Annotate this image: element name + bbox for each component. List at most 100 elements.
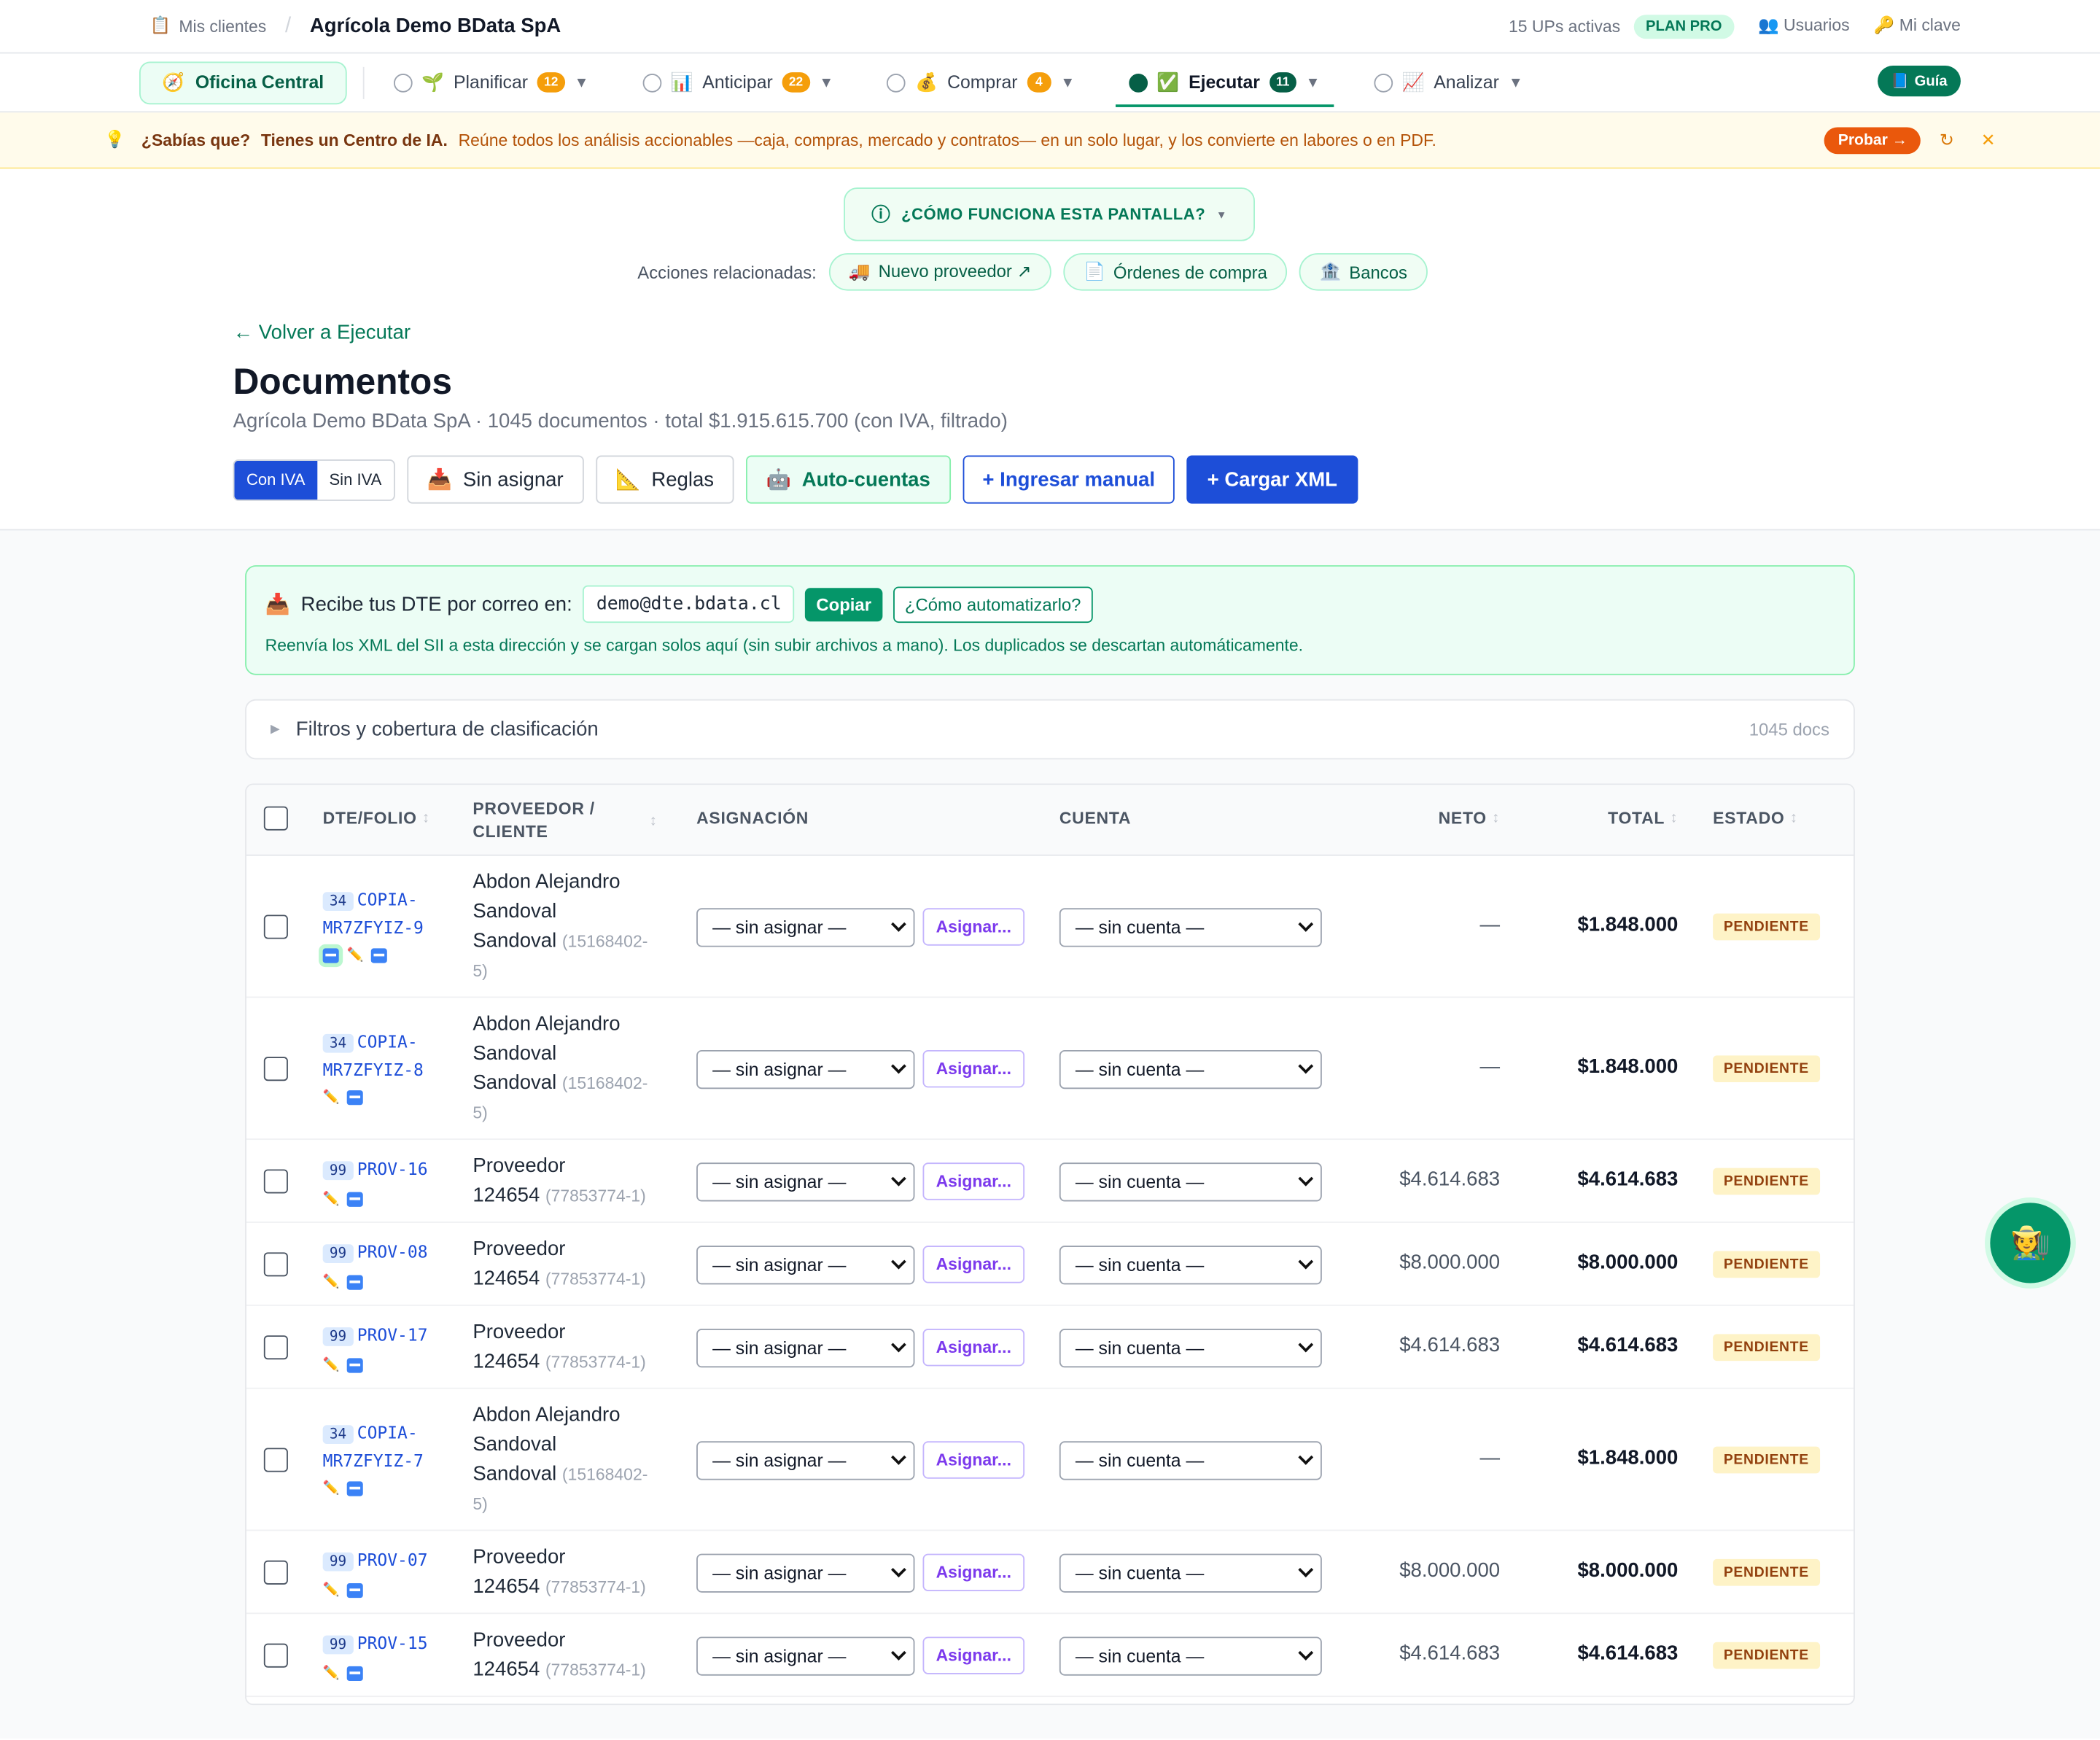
- automate-help-button[interactable]: ¿Cómo automatizarlo?: [892, 586, 1093, 623]
- message-icon[interactable]: [347, 1582, 364, 1599]
- col-folio[interactable]: DTE/FOLIO ↕: [323, 809, 430, 828]
- auto-accounts-button[interactable]: 🤖 Auto-cuentas: [746, 455, 951, 504]
- password-link[interactable]: 🔑 Mi clave: [1874, 16, 1961, 36]
- assignment-select[interactable]: — sin asignar —: [696, 1049, 915, 1090]
- pencil-icon[interactable]: ✏️: [323, 1270, 340, 1295]
- folio-cell[interactable]: 99 PROV-15 ✏️: [322, 1630, 443, 1687]
- folio-number-cont[interactable]: MR7ZFYIZ-7: [323, 1448, 443, 1473]
- breadcrumb-clients[interactable]: 📋 Mis clientes: [150, 16, 267, 36]
- assignment-select[interactable]: — sin asignar —: [696, 1553, 915, 1593]
- pencil-icon[interactable]: ✏️: [323, 1661, 340, 1687]
- folio-cell[interactable]: 99 PROV-16 ✏️: [322, 1156, 443, 1212]
- folio-number[interactable]: PROV-08: [357, 1242, 428, 1262]
- email-address[interactable]: demo@dte.bdata.cl: [583, 585, 795, 624]
- message-icon[interactable]: [347, 1481, 364, 1496]
- assign-button[interactable]: Asignar...: [922, 908, 1025, 946]
- col-neto[interactable]: NETO ↕: [1439, 809, 1501, 828]
- assign-button[interactable]: Asignar...: [922, 1636, 1025, 1674]
- pencil-icon[interactable]: ✏️: [323, 1353, 340, 1378]
- folio-cell[interactable]: 34 COPIA- MR7ZFYIZ-8 ✏️: [322, 1029, 443, 1111]
- refresh-icon[interactable]: ↻: [1940, 129, 1954, 150]
- upload-xml-button[interactable]: + Cargar XML: [1187, 455, 1358, 504]
- assign-button[interactable]: Asignar...: [922, 1553, 1025, 1591]
- banks-chip[interactable]: 🏦 Bancos: [1299, 253, 1428, 291]
- account-select[interactable]: — sin cuenta —: [1059, 1049, 1322, 1090]
- assign-button[interactable]: Asignar...: [922, 1049, 1025, 1088]
- row-checkbox[interactable]: [263, 1335, 288, 1360]
- caret-down-icon[interactable]: ▼: [1305, 74, 1320, 90]
- caret-down-icon[interactable]: ▼: [1509, 74, 1523, 90]
- pencil-icon[interactable]: ✏️: [323, 1085, 340, 1111]
- users-link[interactable]: 👥 Usuarios: [1758, 16, 1850, 36]
- account-select[interactable]: — sin cuenta —: [1059, 1246, 1322, 1285]
- col-total[interactable]: TOTAL ↕: [1608, 809, 1678, 828]
- guide-button[interactable]: 📘 Guía: [1877, 65, 1961, 97]
- row-checkbox[interactable]: [263, 1057, 288, 1081]
- sin-iva-option[interactable]: Sin IVA: [317, 460, 394, 499]
- new-supplier-chip[interactable]: 🚚 Nuevo proveedor ↗: [828, 253, 1052, 291]
- how-it-works-button[interactable]: ⓘ ¿CÓMO FUNCIONA ESTA PANTALLA? ▼: [844, 187, 1255, 241]
- folio-cell[interactable]: 99 PROV-17 ✏️: [322, 1322, 443, 1378]
- account-select[interactable]: — sin cuenta —: [1059, 1162, 1322, 1202]
- folio-number[interactable]: COPIA-: [357, 1423, 418, 1443]
- assign-button[interactable]: Asignar...: [922, 1162, 1025, 1200]
- message-icon[interactable]: [347, 1275, 364, 1290]
- col-provider[interactable]: PROVEEDOR / CLIENTE ↕: [472, 799, 660, 844]
- col-estado[interactable]: ESTADO ↕: [1713, 809, 1798, 828]
- pencil-icon[interactable]: ✏️: [323, 1186, 340, 1212]
- folio-cell[interactable]: 34 COPIA- MR7ZFYIZ-7 ✏️: [322, 1420, 443, 1502]
- message-icon[interactable]: [347, 1666, 364, 1682]
- row-checkbox[interactable]: [263, 1643, 288, 1668]
- message-icon[interactable]: [322, 948, 339, 963]
- rules-button[interactable]: 📐 Reglas: [595, 455, 734, 504]
- folio-number[interactable]: COPIA-: [357, 890, 418, 910]
- pencil-icon[interactable]: ✏️: [323, 1578, 340, 1604]
- assignment-select[interactable]: — sin asignar —: [696, 1636, 915, 1676]
- purchase-orders-chip[interactable]: 📄 Órdenes de compra: [1063, 253, 1288, 291]
- pencil-icon[interactable]: ✏️: [323, 1476, 340, 1502]
- folio-number[interactable]: PROV-16: [357, 1159, 428, 1179]
- row-checkbox[interactable]: [263, 1169, 288, 1194]
- row-checkbox[interactable]: [263, 914, 288, 939]
- account-select[interactable]: — sin cuenta —: [1059, 1329, 1322, 1368]
- caret-down-icon[interactable]: ▼: [1060, 74, 1075, 90]
- tab-comprar[interactable]: ③ 💰 Comprar 4 ▼: [874, 53, 1088, 112]
- copy-button[interactable]: Copiar: [805, 587, 882, 621]
- caret-down-icon[interactable]: ▼: [819, 74, 833, 90]
- back-link[interactable]: ← Volver a Ejecutar: [233, 322, 411, 344]
- account-select[interactable]: — sin cuenta —: [1059, 908, 1322, 947]
- office-button[interactable]: 🧭 Oficina Central: [139, 61, 347, 104]
- folio-cell[interactable]: 34 COPIA- MR7ZFYIZ-9 ✏️: [322, 887, 443, 968]
- folio-number[interactable]: COPIA-: [357, 1031, 418, 1052]
- account-select[interactable]: — sin cuenta —: [1059, 1553, 1322, 1593]
- close-icon[interactable]: ✕: [1981, 129, 1996, 150]
- folio-number-cont[interactable]: MR7ZFYIZ-8: [323, 1057, 443, 1082]
- assign-button[interactable]: Asignar...: [922, 1441, 1025, 1479]
- manual-entry-button[interactable]: + Ingresar manual: [962, 455, 1175, 504]
- filters-toggle[interactable]: ▶ Filtros y cobertura de clasificación 1…: [245, 699, 1855, 760]
- assign-button[interactable]: Asignar...: [922, 1329, 1025, 1367]
- tab-ejecutar[interactable]: ④ ✅ Ejecutar 11 ▼: [1115, 53, 1334, 112]
- folio-cell[interactable]: 99 PROV-08 ✏️: [322, 1239, 443, 1295]
- clients-link[interactable]: Mis clientes: [179, 17, 266, 36]
- folio-number[interactable]: PROV-15: [357, 1633, 428, 1653]
- assignment-select[interactable]: — sin asignar —: [696, 908, 915, 947]
- assignment-select[interactable]: — sin asignar —: [696, 1441, 915, 1480]
- con-iva-option[interactable]: Con IVA: [234, 459, 317, 500]
- assignment-select[interactable]: — sin asignar —: [696, 1246, 915, 1285]
- caret-down-icon[interactable]: ▼: [575, 74, 589, 90]
- account-select[interactable]: — sin cuenta —: [1059, 1636, 1322, 1676]
- row-checkbox[interactable]: [263, 1252, 288, 1277]
- pencil-icon[interactable]: ✏️: [347, 943, 364, 968]
- folio-number[interactable]: PROV-17: [357, 1324, 428, 1345]
- try-button[interactable]: Probar →: [1824, 126, 1921, 154]
- tab-anticipar[interactable]: ② 📊 Anticipar 22 ▼: [629, 53, 847, 112]
- assistant-button[interactable]: 🧑‍🌾: [1990, 1203, 2071, 1283]
- assignment-select[interactable]: — sin asignar —: [696, 1329, 915, 1368]
- folio-number-cont[interactable]: MR7ZFYIZ-9: [323, 914, 443, 940]
- select-all-checkbox[interactable]: [263, 806, 288, 831]
- assign-button[interactable]: Asignar...: [922, 1246, 1025, 1283]
- assignment-select[interactable]: — sin asignar —: [696, 1162, 915, 1202]
- tab-analizar[interactable]: ⑤ 📈 Analizar ▼: [1361, 53, 1536, 112]
- unassigned-button[interactable]: 📥 Sin asignar: [407, 455, 584, 504]
